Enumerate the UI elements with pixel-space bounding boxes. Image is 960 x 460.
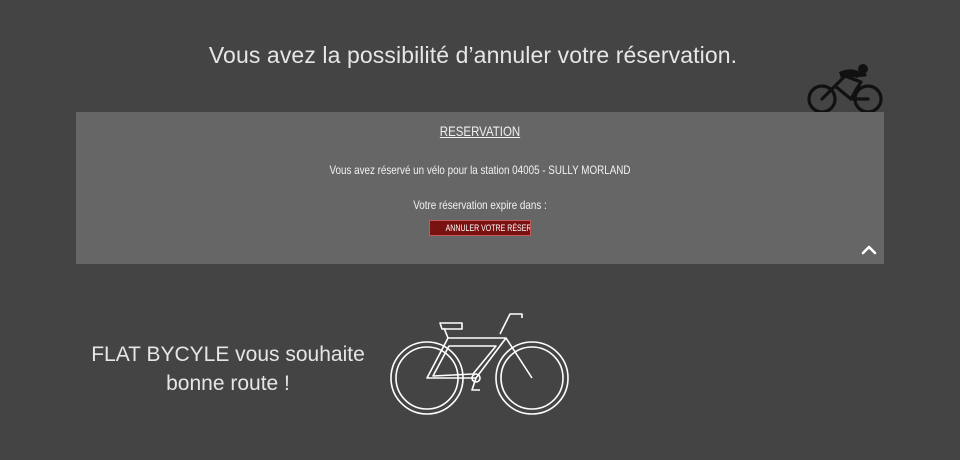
station-text: Vous avez réservé un vélo pour la statio… [329,163,631,177]
cancel-reservation-button[interactable]: ANNULER VOTRE RÉSERVATION [429,220,531,236]
farewell-line-1: FLAT BYCYLE vous souhaite [91,343,365,366]
cancel-reservation-label: ANNULER VOTRE RÉSERVATION [445,223,531,233]
reservation-panel: RESERVATION Vous avez réservé un vélo po… [76,112,884,264]
chevron-up-icon[interactable] [861,243,877,255]
bicycle-icon [390,313,569,415]
farewell-line-2: bonne route ! [166,372,290,395]
farewell-message: FLAT BYCYLE vous souhaite bonne route ! [70,340,386,398]
cyclist-icon [807,64,883,114]
reservation-title: RESERVATION [439,123,521,139]
expiry-text: Votre réservation expire dans : [413,198,547,212]
reservation-page: Vous avez la possibilité d’annuler votre… [0,0,960,460]
